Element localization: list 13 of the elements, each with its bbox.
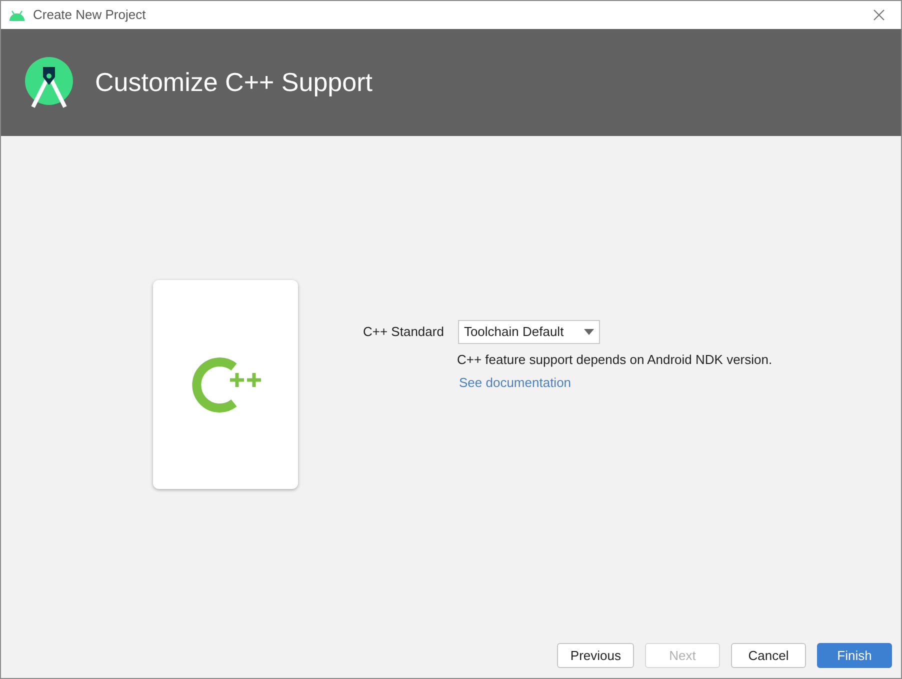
help-text: C++ feature support depends on Android NDK version.	[457, 351, 772, 369]
dialog-button[interactable]: Cancel	[731, 643, 806, 668]
documentation-link[interactable]: See documentation	[459, 372, 572, 392]
dialog-button[interactable]: Previous	[557, 643, 634, 668]
android-icon	[9, 10, 25, 20]
standard-dropdown[interactable]: Toolchain Default	[458, 320, 600, 344]
close-icon[interactable]	[873, 9, 885, 21]
dropdown-arrow-icon	[584, 329, 594, 335]
dialog-button[interactable]: Finish	[817, 643, 892, 668]
field-label: C++ Standard	[363, 323, 444, 342]
page-title: Customize C++ Support	[95, 66, 372, 99]
window-title: Create New Project	[33, 6, 146, 24]
android-studio-logo-icon	[25, 56, 75, 108]
